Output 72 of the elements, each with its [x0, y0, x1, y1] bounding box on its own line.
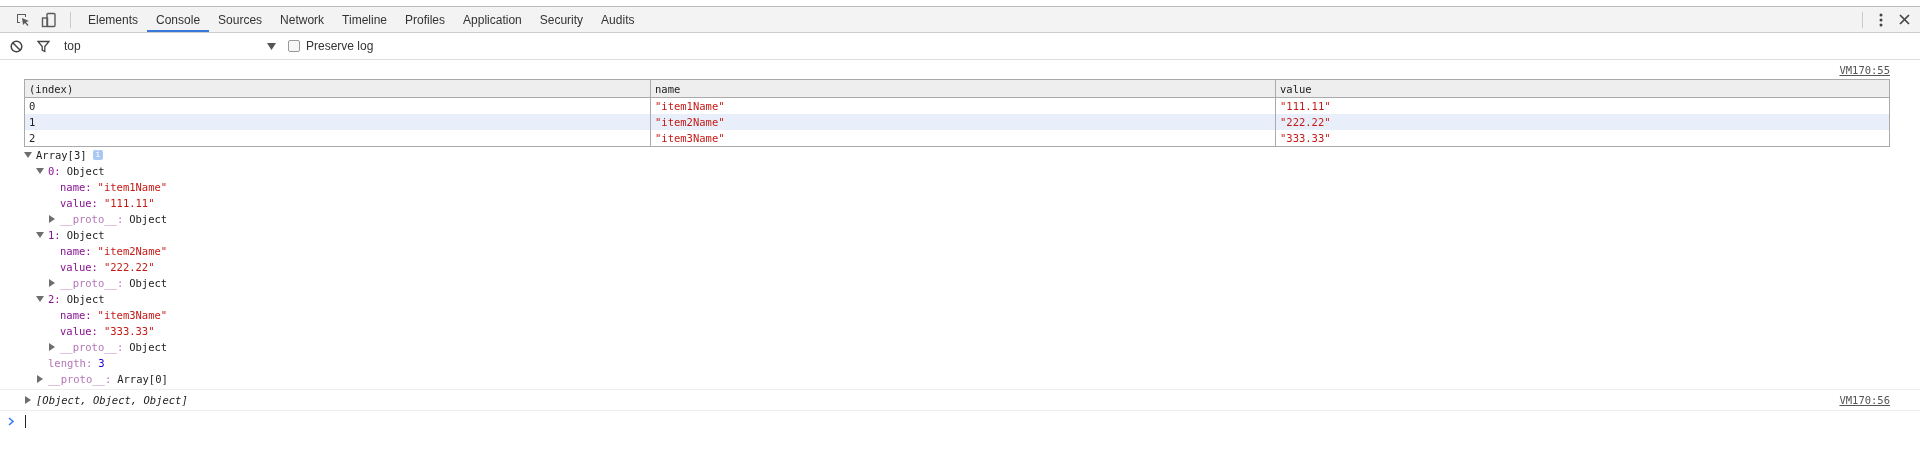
panel-tab[interactable]: Console: [147, 7, 210, 32]
property-key: __proto__:: [60, 341, 124, 353]
expand-arrow-icon[interactable]: [48, 279, 56, 287]
column-header[interactable]: name: [650, 79, 1276, 98]
panel-tab[interactable]: Profiles: [396, 7, 455, 32]
filter-icon[interactable]: [37, 39, 50, 53]
property-key: value:: [60, 325, 98, 337]
property-value: Object: [129, 341, 168, 353]
property-value: "222.22": [103, 261, 155, 273]
column-header[interactable]: value: [1275, 79, 1890, 98]
log-summary[interactable]: [Object, Object, Object]: [36, 394, 188, 406]
expand-arrow-icon[interactable]: [48, 343, 56, 351]
table-cell: 1: [24, 114, 651, 130]
checkbox-label: Preserve log: [306, 39, 374, 53]
clear-icon[interactable]: [10, 39, 23, 53]
expand-arrow-icon[interactable]: [48, 215, 56, 223]
property-key: value:: [60, 261, 98, 273]
table-cell: "333.33": [1275, 130, 1890, 147]
expand-arrow-icon[interactable]: [36, 231, 44, 239]
property-value: "111.11": [103, 197, 155, 209]
source-link[interactable]: VM170:56: [1839, 394, 1890, 406]
close-icon[interactable]: [1899, 14, 1910, 25]
property-value: Object: [66, 229, 105, 241]
panel-tab[interactable]: Security: [530, 7, 593, 32]
property-key: __proto__:: [60, 277, 124, 289]
property-value: Array[0]: [117, 373, 168, 385]
property-value: "item1Name": [97, 181, 168, 193]
property-key: 1:: [48, 229, 61, 241]
property-key: value:: [60, 197, 98, 209]
property-value: 3: [98, 357, 105, 369]
table-cell: 2: [24, 130, 651, 147]
panel-tab[interactable]: Elements: [79, 7, 148, 32]
prompt-icon: [8, 416, 15, 426]
context-dropdown[interactable]: top: [64, 39, 276, 53]
preserve-log-checkbox[interactable]: [288, 40, 300, 52]
property-value: Object: [66, 293, 105, 305]
table-row[interactable]: 2 "item3Name" "333.33": [24, 130, 1890, 147]
column-header[interactable]: (index): [24, 79, 651, 98]
property-key: name:: [60, 309, 92, 321]
device-icon[interactable]: [41, 11, 57, 28]
array-label[interactable]: Array[3]: [36, 149, 87, 161]
panel-tab[interactable]: Sources: [209, 7, 272, 32]
source-link[interactable]: VM170:55: [1839, 64, 1890, 78]
inspect-icon[interactable]: [15, 11, 31, 28]
expand-arrow-icon[interactable]: [24, 151, 32, 159]
property-value: "item3Name": [97, 309, 168, 321]
property-key: name:: [60, 181, 92, 193]
more-icon[interactable]: [1879, 12, 1883, 27]
property-value: Object: [66, 165, 105, 177]
property-key: __proto__:: [48, 373, 112, 385]
panel-tab[interactable]: Application: [454, 7, 531, 32]
expand-arrow-icon[interactable]: [24, 396, 32, 404]
expand-arrow-icon[interactable]: [36, 295, 44, 303]
caret-icon: [267, 42, 276, 50]
panel-tab[interactable]: Audits: [592, 7, 644, 32]
panel-tab[interactable]: Network: [271, 7, 334, 32]
property-key: 2:: [48, 293, 61, 305]
table-cell: "222.22": [1275, 114, 1890, 130]
property-value: Object: [129, 213, 168, 225]
expand-arrow-icon[interactable]: [36, 375, 44, 383]
property-key: __proto__:: [60, 213, 124, 225]
property-key: 0:: [48, 165, 61, 177]
property-key: name:: [60, 245, 92, 257]
table-cell: "item3Name": [650, 130, 1276, 147]
property-value: "item2Name": [97, 245, 168, 257]
property-value: Object: [129, 277, 168, 289]
property-key: length:: [48, 357, 93, 369]
expand-arrow-icon[interactable]: [36, 167, 44, 175]
property-value: "333.33": [103, 325, 155, 337]
table-cell: "item2Name": [650, 114, 1276, 130]
panel-tab[interactable]: Timeline: [333, 7, 396, 32]
table-row[interactable]: 1 "item2Name" "222.22": [24, 114, 1890, 130]
